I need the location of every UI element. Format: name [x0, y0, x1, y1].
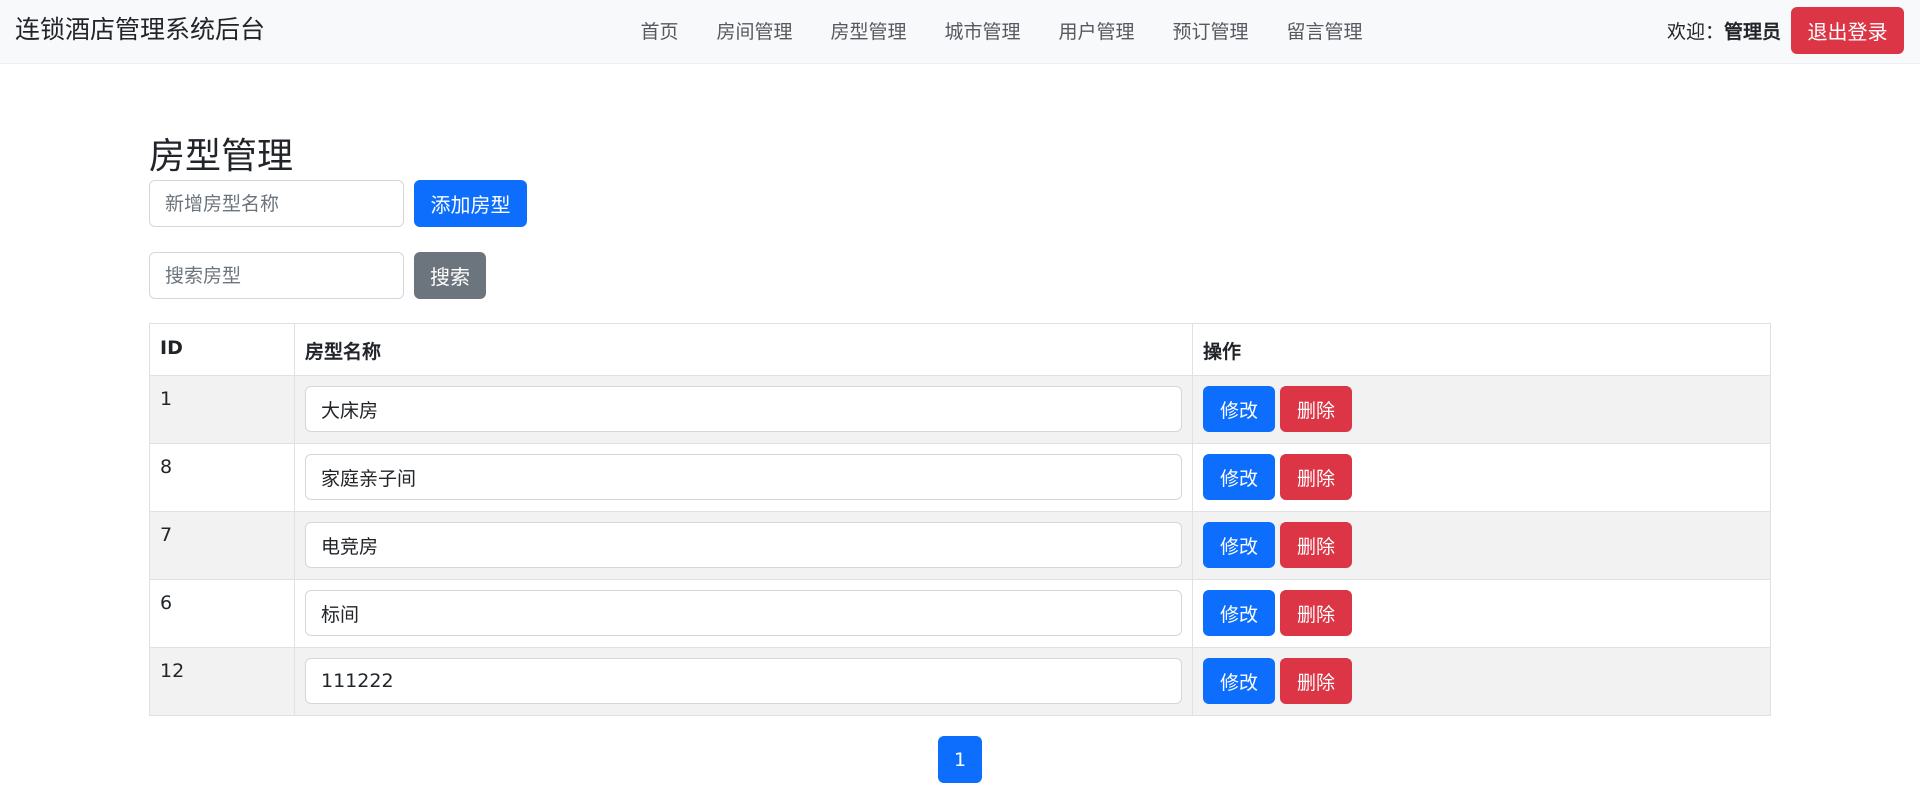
row-name-cell	[294, 647, 1193, 716]
delete-button[interactable]: 删除	[1280, 386, 1352, 432]
room-type-table: ID 房型名称 操作 1 修改删除 8 修改删除 7	[149, 323, 1771, 716]
row-name-cell	[294, 511, 1193, 580]
row-name-cell	[294, 579, 1193, 648]
table-row: 8 修改删除	[149, 443, 1771, 512]
nav-item-room-types[interactable]: 房型管理	[830, 2, 906, 62]
table-header-row: ID 房型名称 操作	[149, 323, 1771, 376]
row-id: 12	[149, 647, 295, 716]
edit-button[interactable]: 修改	[1203, 386, 1275, 432]
room-type-name-input[interactable]	[305, 590, 1182, 636]
row-actions: 修改 删除	[1192, 647, 1771, 716]
edit-button[interactable]: 修改	[1203, 590, 1275, 636]
room-type-name-input[interactable]	[305, 658, 1182, 704]
edit-button[interactable]: 修改	[1203, 658, 1275, 704]
row-id: 8	[149, 443, 295, 512]
search-button[interactable]: 搜索	[414, 252, 486, 299]
edit-button[interactable]: 修改	[1203, 454, 1275, 500]
nav-menu: 首页 房间管理 房型管理 城市管理 用户管理 预订管理 留言管理	[0, 0, 1920, 64]
row-actions: 修改 删除	[1192, 511, 1771, 580]
row-actions: 修改 删除	[1192, 375, 1771, 444]
column-header-actions: 操作	[1192, 323, 1771, 376]
room-type-name-input[interactable]	[305, 522, 1182, 568]
navbar: 连锁酒店管理系统后台 首页 房间管理 房型管理 城市管理 用户管理 预订管理 留…	[0, 0, 1920, 64]
table-row: 1 修改删除	[149, 375, 1771, 444]
nav-item-home[interactable]: 首页	[640, 2, 678, 62]
logout-button[interactable]: 退出登录	[1791, 7, 1904, 54]
delete-button[interactable]: 删除	[1280, 522, 1352, 568]
table-row: 7 修改删除	[149, 511, 1771, 580]
row-id: 7	[149, 511, 295, 580]
nav-item-messages[interactable]: 留言管理	[1287, 2, 1363, 62]
username: 管理员	[1723, 21, 1781, 43]
delete-button[interactable]: 删除	[1280, 658, 1352, 704]
edit-button[interactable]: 修改	[1203, 522, 1275, 568]
page-title: 房型管理	[149, 136, 294, 177]
add-room-type-form: 添加房型	[149, 180, 527, 227]
row-name-cell	[294, 443, 1193, 512]
column-header-name: 房型名称	[294, 323, 1193, 376]
row-id: 6	[149, 579, 295, 648]
row-id: 1	[149, 375, 295, 444]
user-area: 欢迎： 管理员 退出登录	[1667, 7, 1904, 54]
delete-button[interactable]: 删除	[1280, 454, 1352, 500]
delete-button[interactable]: 删除	[1280, 590, 1352, 636]
row-actions: 修改 删除	[1192, 443, 1771, 512]
new-room-type-input[interactable]	[149, 180, 404, 227]
welcome-text: 欢迎：	[1666, 21, 1724, 43]
nav-item-rooms[interactable]: 房间管理	[716, 2, 792, 62]
pagination-page-button[interactable]: 1	[938, 736, 982, 783]
nav-item-users[interactable]: 用户管理	[1059, 2, 1135, 62]
row-name-cell	[294, 375, 1193, 444]
search-input[interactable]	[149, 252, 404, 299]
row-actions: 修改 删除	[1192, 579, 1771, 648]
nav-item-bookings[interactable]: 预订管理	[1173, 2, 1249, 62]
column-header-id: ID	[149, 323, 295, 376]
room-type-name-input[interactable]	[305, 454, 1182, 500]
table-row: 12 修改删除	[149, 647, 1771, 716]
search-form: 搜索	[149, 252, 486, 299]
nav-item-cities[interactable]: 城市管理	[944, 2, 1020, 62]
add-room-type-button[interactable]: 添加房型	[414, 180, 527, 227]
room-type-name-input[interactable]	[305, 386, 1182, 432]
table-row: 6 修改删除	[149, 579, 1771, 648]
